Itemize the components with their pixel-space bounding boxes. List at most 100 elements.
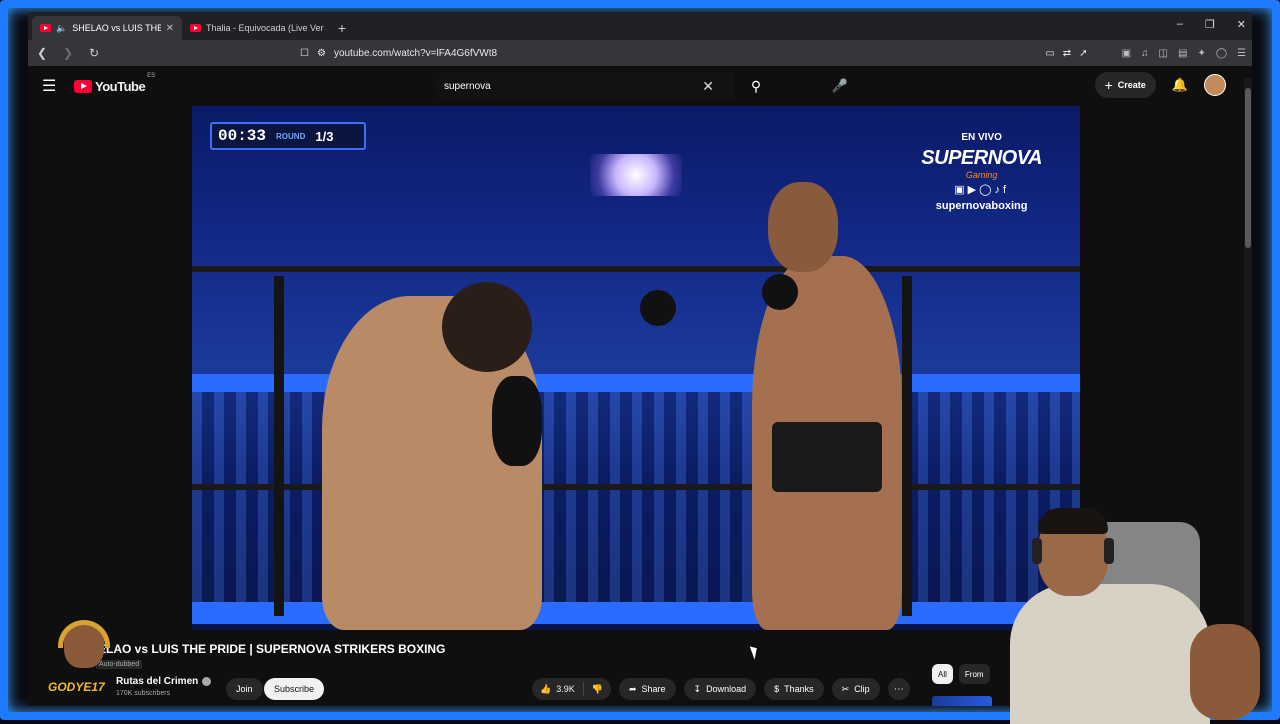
thanks-label: Thanks [784,684,814,694]
forward-icon[interactable]: ❯ [60,46,76,60]
like-button[interactable]: 👍 3.9K [532,682,584,696]
create-label: Create [1117,80,1146,90]
channel-avatar[interactable]: GODYE17 [48,616,118,694]
new-tab-button[interactable]: + [332,16,352,40]
dislike-button[interactable]: 👎 [584,684,611,695]
instagram-icon: ◯ [979,184,995,196]
headset-left-icon [1032,538,1042,564]
related-video-thumbnail[interactable] [932,696,992,706]
close-window-icon[interactable]: ✕ [1237,18,1246,31]
close-tab-icon[interactable]: ✕ [166,23,174,34]
share-label: Share [641,684,666,694]
video-actions: 👍 3.9K 👎 ➦ Share ↧ Download $ Thanks ✂ C… [532,678,910,700]
join-button[interactable]: Join [226,678,263,700]
thanks-button[interactable]: $ Thanks [764,678,824,700]
fighter-right-glove-left [640,290,676,326]
tab-title: SHELAO vs LUIS THE PRIDE | S [72,23,161,33]
voice-search-icon[interactable]: 🎤 [828,74,852,98]
headset-right-icon [1104,538,1114,564]
split-view-icon[interactable]: ◫ [1159,48,1168,59]
clip-button[interactable]: ✂ Clip [831,678,880,700]
youtube-logo[interactable]: YouTube ES [74,73,155,94]
streamer-arm [1190,624,1260,720]
brand-handle: supernovaboxing [935,200,1028,212]
reload-icon[interactable]: ↻ [86,46,102,60]
related-filter-chips: All From [932,664,990,684]
channel-name[interactable]: Rutas del Crimen [116,676,212,687]
fighter-right-glove-right [762,274,798,310]
streamer-shirt [1010,584,1210,724]
fighter-right-shorts [772,422,882,492]
search-button[interactable]: ⚲ [734,72,778,100]
video-player[interactable]: 00:33 ROUND 1/3 EN VIVO SUPERNOVA Gaming… [192,106,1080,630]
url-text[interactable]: youtube.com/watch?v=lFA4G6fVWt8 [334,48,1037,59]
vpn-icon[interactable]: ◯ [1216,48,1227,59]
video-title: ELAO vs LUIS THE PRIDE | SUPERNOVA STRIK… [98,642,446,656]
chip-all[interactable]: All [932,664,953,684]
ring-post [902,276,912,616]
notifications-bell-icon[interactable]: 🔔 [1172,77,1188,93]
window-controls: – ❐ ✕ [1177,18,1246,31]
webcam-overlay [990,504,1280,724]
youtube-icon: ▶ [967,184,980,196]
streamer-hair [1038,508,1108,534]
youtube-header: ☰ YouTube ES supernova ✕ ⚲ 🎤 + Create 🔔 [28,66,1252,106]
address-bar[interactable]: ☐ ⚙ youtube.com/watch?v=lFA4G6fVWt8 ▭ ⇄ … [292,43,1112,63]
ring-post [274,276,284,616]
streamer-tag: GODYE17 [48,680,105,694]
extensions-area: ▣ ♫ ◫ ▤ ✦ ◯ ☰ [1122,48,1246,59]
back-icon[interactable]: ❮ [34,46,50,60]
clip-label: Clip [854,684,870,694]
search-value: supernova [444,80,491,92]
tab-thalia[interactable]: Thalia - Equivocada (Live Version) - Y [182,16,332,40]
search-input[interactable]: supernova ✕ [434,72,734,100]
fight-scoreboard: 00:33 ROUND 1/3 [210,122,366,150]
cast-icon[interactable]: ▭ [1045,48,1054,59]
minimize-icon[interactable]: – [1177,18,1183,31]
facebook-icon: f [1002,184,1010,196]
like-count: 3.9K [556,684,575,694]
like-dislike-group: 👍 3.9K 👎 [532,678,611,700]
supernova-brand-overlay: EN VIVO SUPERNOVA Gaming ▣▶◯♪f supernova… [921,132,1042,212]
sidebar-icon[interactable]: ▣ [1122,48,1131,59]
neon-sign [590,154,682,196]
scissors-icon: ✂ [841,683,850,694]
fighter-left-glove [492,376,542,466]
youtube-favicon-icon [40,24,51,32]
fighter-right-head [768,182,838,272]
logo-text: YouTube [95,78,146,94]
scrollbar-thumb[interactable] [1245,88,1251,248]
clear-search-icon[interactable]: ✕ [702,78,714,95]
download-label: Download [706,684,747,694]
round-timer: 00:33 [218,127,267,145]
youtube-favicon-icon [190,24,201,32]
more-actions-button[interactable]: ⋯ [887,678,910,700]
maximize-icon[interactable]: ❐ [1205,18,1215,31]
share-page-icon[interactable]: ➚ [1079,48,1087,59]
round-label: ROUND [276,131,306,141]
social-icons: ▣▶◯♪f [921,183,1042,196]
wallet-icon[interactable]: ▤ [1178,48,1187,59]
menu-icon[interactable]: ☰ [1237,48,1246,59]
verified-icon [202,677,212,686]
headphones-icon [58,620,110,648]
subscribe-button[interactable]: Subscribe [264,678,325,700]
leo-icon[interactable]: ✦ [1197,48,1205,59]
round-value: 1/3 [315,128,334,144]
create-button[interactable]: + Create [1094,72,1156,98]
country-code: ES [147,72,156,79]
channel-name-text: Rutas del Crimen [116,676,199,687]
music-icon[interactable]: ♫ [1141,48,1149,59]
account-avatar[interactable] [1204,74,1226,96]
translate-icon[interactable]: ⇄ [1063,48,1071,59]
hamburger-menu-icon[interactable]: ☰ [42,76,60,96]
bookmark-icon[interactable]: ☐ [300,48,309,59]
site-info-icon[interactable]: ⚙ [317,48,326,59]
chip-from[interactable]: From [958,664,990,684]
download-button[interactable]: ↧ Download [683,678,757,700]
tab-strip: 🔈 SHELAO vs LUIS THE PRIDE | S ✕ Thalia … [28,12,1252,40]
tab-shelao[interactable]: 🔈 SHELAO vs LUIS THE PRIDE | S ✕ [32,16,182,40]
speaker-icon[interactable]: 🔈 [56,23,67,34]
brand-sub-text: Gaming [965,170,998,180]
share-button[interactable]: ➦ Share [618,678,676,700]
